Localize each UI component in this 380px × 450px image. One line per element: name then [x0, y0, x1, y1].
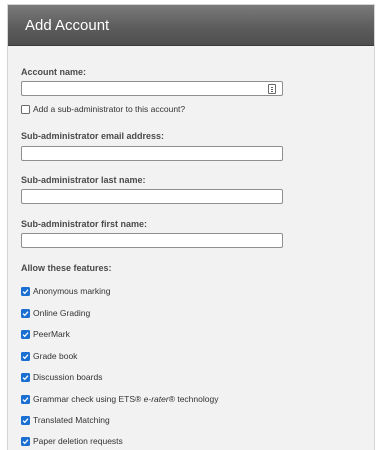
- sub-admin-first-name-input[interactable]: [21, 233, 283, 248]
- feature-label-part: ® technology: [168, 394, 219, 404]
- feature-label: PeerMark: [33, 329, 70, 339]
- feature-label: Online Grading: [33, 308, 91, 318]
- feature-label: Discussion boards: [33, 372, 103, 382]
- feature-checkbox[interactable]: [21, 308, 30, 318]
- sub-admin-row[interactable]: Add a sub-administrator to this account?: [21, 103, 185, 115]
- feature-checkbox[interactable]: [21, 415, 30, 425]
- features-heading: Allow these features:: [21, 263, 112, 273]
- feature-item-translated-matching[interactable]: Translated Matching: [21, 414, 110, 426]
- feature-checkbox[interactable]: [21, 372, 30, 382]
- feature-label: Anonymous marking: [33, 286, 111, 296]
- account-name-input[interactable]: [21, 81, 283, 96]
- feature-label: Grade book: [33, 351, 78, 361]
- feature-label-part: Grammar check using ETS®: [33, 394, 144, 404]
- feature-item-online-grading[interactable]: Online Grading: [21, 307, 90, 319]
- password-manager-icon[interactable]: [268, 84, 276, 94]
- feature-checkbox[interactable]: [21, 286, 30, 296]
- feature-item-discussion-boards[interactable]: Discussion boards: [21, 371, 102, 383]
- feature-item-peermark[interactable]: PeerMark: [21, 328, 70, 340]
- sub-admin-checkbox-label: Add a sub-administrator to this account?: [33, 104, 186, 114]
- sub-admin-email-label: Sub-administrator email address:: [21, 131, 165, 141]
- sub-admin-email-input[interactable]: [21, 146, 283, 161]
- dialog-title: Add Account: [25, 17, 110, 34]
- feature-item-paper-deletion-requests[interactable]: Paper deletion requests: [21, 435, 123, 447]
- add-account-dialog: Add Account Account name: Add a sub-admi…: [7, 4, 375, 450]
- feature-item-grade-book[interactable]: Grade book: [21, 350, 77, 362]
- feature-label-italic: e-rater: [143, 394, 169, 404]
- feature-checkbox[interactable]: [21, 351, 30, 361]
- feature-checkbox[interactable]: [21, 436, 30, 446]
- dialog-titlebar: Add Account: [8, 5, 374, 46]
- feature-label: Grammar check using ETS® e-rater® techno…: [33, 394, 218, 404]
- feature-item-anonymous-marking[interactable]: Anonymous marking: [21, 285, 110, 297]
- feature-label: Paper deletion requests: [33, 436, 123, 446]
- sub-admin-last-name-input[interactable]: [21, 189, 283, 204]
- feature-item-grammar-check[interactable]: Grammar check using ETS® e-rater® techno…: [21, 393, 218, 405]
- account-name-label: Account name:: [21, 67, 87, 77]
- feature-label: Translated Matching: [33, 415, 110, 425]
- feature-checkbox[interactable]: [21, 329, 30, 339]
- sub-admin-checkbox[interactable]: [21, 104, 30, 114]
- sub-admin-first-name-label: Sub-administrator first name:: [21, 219, 148, 229]
- feature-checkbox[interactable]: [21, 394, 30, 404]
- sub-admin-last-name-label: Sub-administrator last name:: [21, 175, 146, 185]
